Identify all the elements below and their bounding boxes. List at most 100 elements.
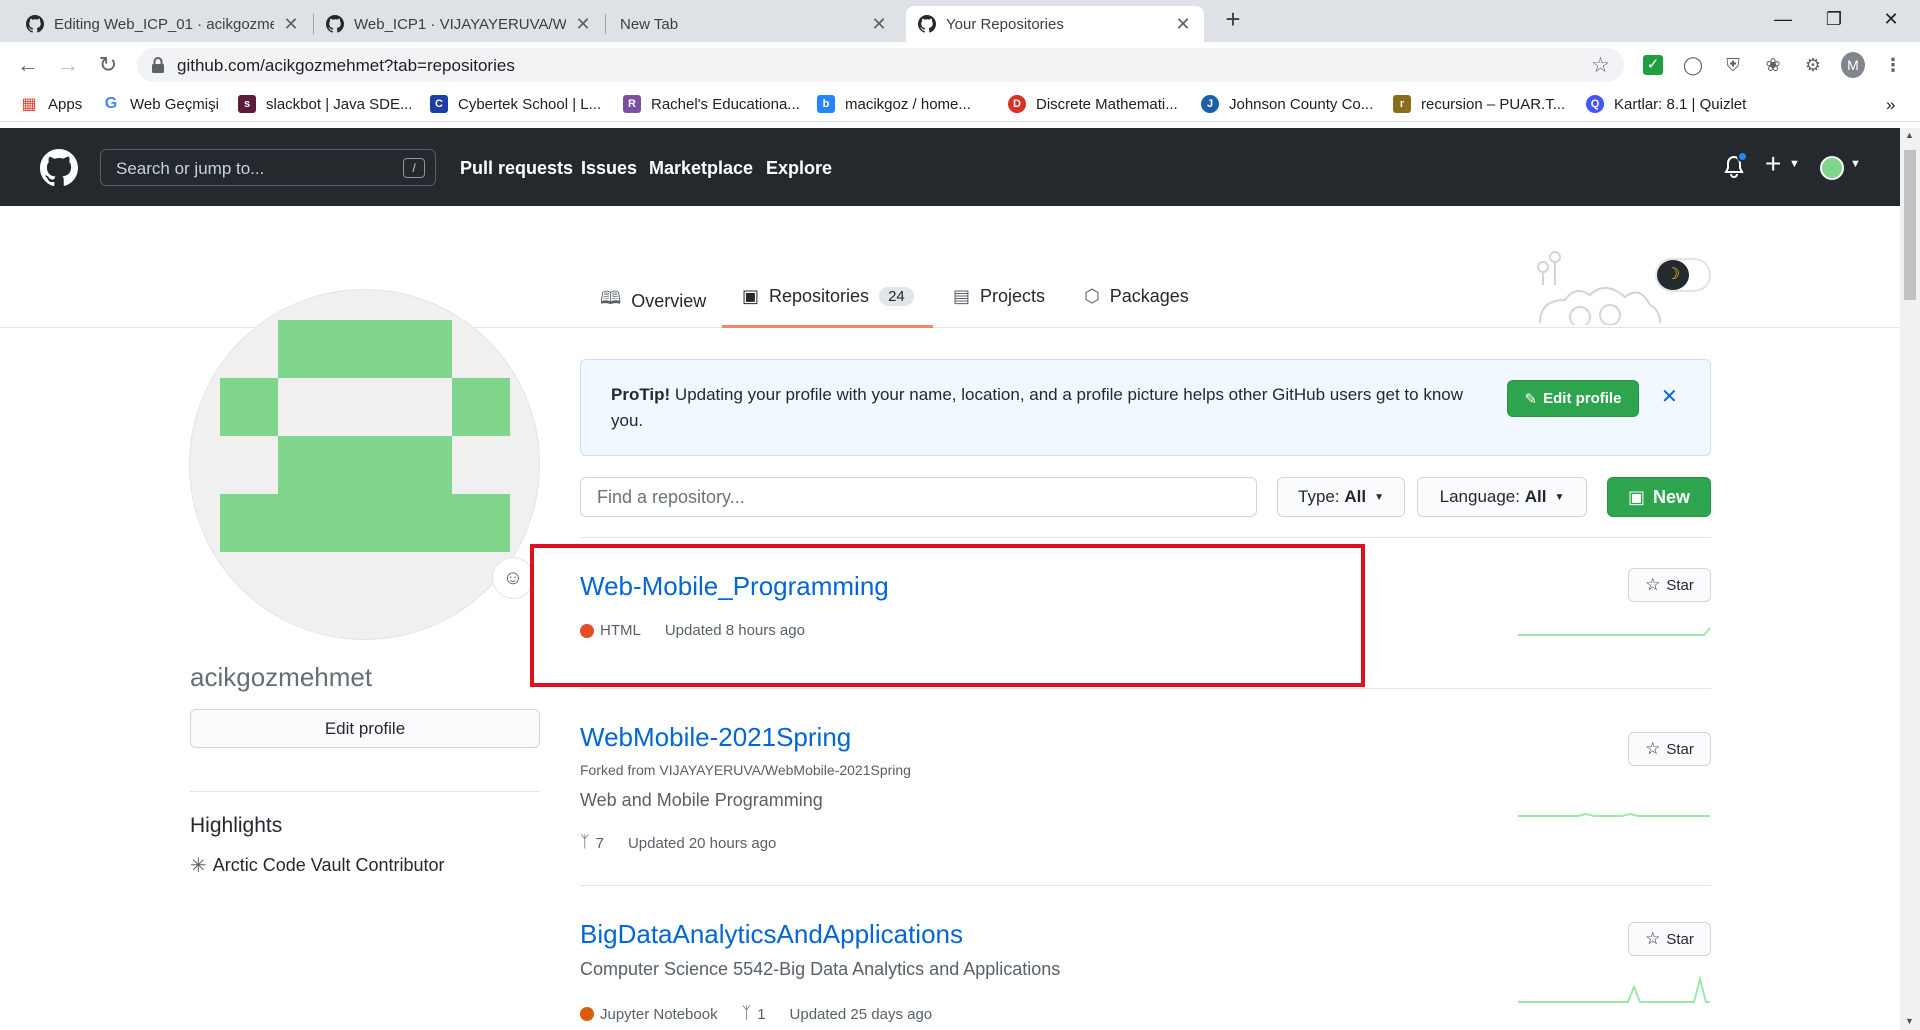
browser-tab-your-repositories[interactable]: Your Repositories ✕ bbox=[906, 6, 1204, 42]
chevron-down-icon[interactable]: ▼ bbox=[1789, 158, 1800, 170]
repo-meta: Jupyter Notebook ᛉ 1 Updated 25 days ago bbox=[580, 1005, 932, 1023]
nav-pull-requests[interactable]: Pull requests bbox=[460, 158, 573, 179]
new-tab-button[interactable]: + bbox=[1218, 0, 1248, 38]
protip-text: ProTip! Updating your profile with your … bbox=[611, 385, 1464, 430]
edit-profile-button[interactable]: Edit profile bbox=[190, 709, 540, 748]
repo-link[interactable]: BigDataAnalyticsAndApplications bbox=[580, 919, 963, 950]
star-button[interactable]: ☆ Star bbox=[1628, 568, 1711, 602]
repo-meta: HTML Updated 8 hours ago bbox=[580, 622, 805, 639]
language-color-dot bbox=[580, 1007, 594, 1021]
user-avatar[interactable] bbox=[1820, 156, 1844, 180]
nav-marketplace[interactable]: Marketplace bbox=[649, 158, 753, 179]
pencil-icon: ✎ bbox=[1524, 390, 1538, 408]
tab-close-icon[interactable]: ✕ bbox=[870, 14, 888, 35]
highlight-item: ✳ Arctic Code Vault Contributor bbox=[190, 855, 445, 877]
scroll-down-icon[interactable]: ▼ bbox=[1905, 1016, 1914, 1026]
tab-projects[interactable]: ▤ Projects bbox=[953, 286, 1045, 307]
browser-tab-new-tab[interactable]: New Tab ✕ bbox=[608, 6, 900, 42]
tab-repositories[interactable]: ▣ Repositories 24 bbox=[742, 286, 914, 307]
chevron-down-icon: ▼ bbox=[1374, 491, 1384, 503]
page-scrollbar[interactable]: ▲ ▼ bbox=[1900, 128, 1920, 1030]
restore-icon[interactable]: ❐ bbox=[1811, 0, 1857, 38]
tab-overview[interactable]: 🕮 Overview bbox=[600, 286, 706, 316]
forked-from: Forked from VIJAYAYERUVA/WebMobile-2021S… bbox=[580, 762, 911, 778]
address-bar[interactable]: github.com/acikgozmehmet?tab=repositorie… bbox=[137, 48, 1624, 82]
close-icon[interactable]: ✕ bbox=[1661, 384, 1678, 409]
tab-close-icon[interactable]: ✕ bbox=[574, 14, 592, 35]
bookmark-rachels[interactable]: R Rachel's Educationa... bbox=[623, 95, 800, 113]
star-button[interactable]: ☆ Star bbox=[1628, 732, 1711, 766]
star-button[interactable]: ☆ Star bbox=[1628, 922, 1711, 956]
search-shortcut-key: / bbox=[403, 158, 425, 178]
repo-link[interactable]: WebMobile-2021Spring bbox=[580, 722, 851, 753]
bookmark-discrete-math[interactable]: D Discrete Mathemati... bbox=[1008, 95, 1178, 113]
scroll-up-icon[interactable]: ▲ bbox=[1905, 130, 1914, 140]
bookmark-star-icon[interactable]: ☆ bbox=[1591, 53, 1610, 78]
github-search-input[interactable]: Search or jump to... / bbox=[100, 149, 436, 186]
list-divider bbox=[580, 688, 1711, 689]
extension-check-icon[interactable]: ✓ bbox=[1641, 53, 1665, 77]
package-icon: ⬡ bbox=[1084, 286, 1100, 306]
window-close-icon[interactable]: ✕ bbox=[1868, 0, 1914, 38]
language-filter-dropdown[interactable]: Language: All ▼ bbox=[1417, 477, 1587, 517]
bookmarks-bar: ▦ Apps G Web Geçmişi s slackbot | Java S… bbox=[0, 88, 1920, 122]
tab-close-icon[interactable]: ✕ bbox=[1174, 14, 1192, 35]
browser-tab-strip: Editing Web_ICP_01 · acikgozmeh ✕ Web_IC… bbox=[0, 0, 1920, 42]
bookmarks-overflow-icon[interactable]: » bbox=[1886, 95, 1895, 115]
repo-link[interactable]: Web-Mobile_Programming bbox=[580, 571, 889, 602]
bookmark-macikgoz[interactable]: b macikgoz / home... bbox=[817, 95, 971, 113]
type-filter-dropdown[interactable]: Type: All ▼ bbox=[1277, 477, 1405, 517]
github-header: Search or jump to... / Pull requests Iss… bbox=[0, 128, 1900, 206]
theme-toggle[interactable]: ☽ bbox=[1655, 258, 1711, 292]
repo-description: Computer Science 5542-Big Data Analytics… bbox=[580, 959, 1061, 979]
bookmark-recursion[interactable]: r recursion – PUAR.T... bbox=[1393, 95, 1565, 113]
tab-close-icon[interactable]: ✕ bbox=[282, 14, 300, 35]
star-icon: ☆ bbox=[1645, 575, 1661, 594]
browser-tab-web-icp1[interactable]: Web_ICP1 · VIJAYAYERUVA/WebM ✕ bbox=[314, 6, 604, 42]
github-favicon-icon bbox=[918, 15, 936, 33]
forward-icon[interactable]: → bbox=[52, 49, 84, 81]
profile-avatar[interactable]: M bbox=[1841, 52, 1865, 78]
bookmark-web-gecmisi[interactable]: G Web Geçmişi bbox=[102, 95, 219, 113]
bookmark-johnson-county[interactable]: J Johnson County Co... bbox=[1201, 95, 1373, 113]
find-repository-input[interactable]: Find a repository... bbox=[580, 477, 1257, 517]
moon-icon: ☽ bbox=[1657, 260, 1689, 290]
tab-separator bbox=[605, 14, 606, 34]
create-new-icon[interactable]: + bbox=[1765, 148, 1781, 180]
highlights-heading: Highlights bbox=[190, 814, 283, 837]
bookmark-quizlet[interactable]: Q Kartlar: 8.1 | Quizlet bbox=[1586, 95, 1746, 113]
identicon-block bbox=[278, 320, 452, 378]
set-status-smiley-icon[interactable]: ☺ bbox=[492, 557, 534, 599]
profile-avatar-large bbox=[189, 289, 540, 640]
snowflake-icon: ✳ bbox=[190, 855, 207, 877]
url-text: github.com/acikgozmehmet?tab=repositorie… bbox=[177, 56, 515, 75]
rachels-icon: R bbox=[623, 95, 641, 113]
back-icon[interactable]: ← bbox=[12, 49, 44, 81]
language-color-dot bbox=[580, 623, 594, 638]
nav-issues[interactable]: Issues bbox=[581, 158, 637, 179]
new-repository-button[interactable]: ▣ New bbox=[1607, 477, 1711, 517]
bookmark-slackbot[interactable]: s slackbot | Java SDE... bbox=[238, 95, 412, 113]
extension-shield-icon[interactable]: ⛨ bbox=[1721, 53, 1745, 77]
browser-menu-icon[interactable]: ⋮ bbox=[1881, 53, 1905, 77]
scrollbar-thumb[interactable] bbox=[1904, 150, 1916, 300]
repo-description: Web and Mobile Programming bbox=[580, 790, 823, 810]
chevron-down-icon[interactable]: ▼ bbox=[1850, 158, 1861, 170]
repositories-count-badge: 24 bbox=[879, 287, 914, 306]
nav-explore[interactable]: Explore bbox=[766, 158, 832, 179]
quizlet-icon: Q bbox=[1586, 95, 1604, 113]
highlight-box bbox=[530, 544, 1365, 687]
tab-title: New Tab bbox=[620, 15, 679, 33]
github-logo-icon[interactable] bbox=[40, 149, 78, 187]
reload-icon[interactable]: ↻ bbox=[92, 49, 124, 81]
protip-edit-profile-button[interactable]: ✎ Edit profile bbox=[1507, 380, 1639, 417]
browser-tab-editing[interactable]: Editing Web_ICP_01 · acikgozmeh ✕ bbox=[14, 6, 312, 42]
apps-grid-icon: ▦ bbox=[21, 96, 37, 113]
extension-circle-icon[interactable]: ◯ bbox=[1681, 53, 1705, 77]
tab-packages[interactable]: ⬡ Packages bbox=[1084, 286, 1189, 307]
minimize-icon[interactable]: — bbox=[1760, 0, 1806, 38]
bookmark-cybertek[interactable]: C Cybertek School | L... bbox=[430, 95, 601, 113]
bookmark-apps[interactable]: ▦ Apps bbox=[20, 95, 82, 114]
extension-bug-icon[interactable]: ❀ bbox=[1761, 53, 1785, 77]
extensions-puzzle-icon[interactable]: ⚙ bbox=[1801, 53, 1825, 77]
